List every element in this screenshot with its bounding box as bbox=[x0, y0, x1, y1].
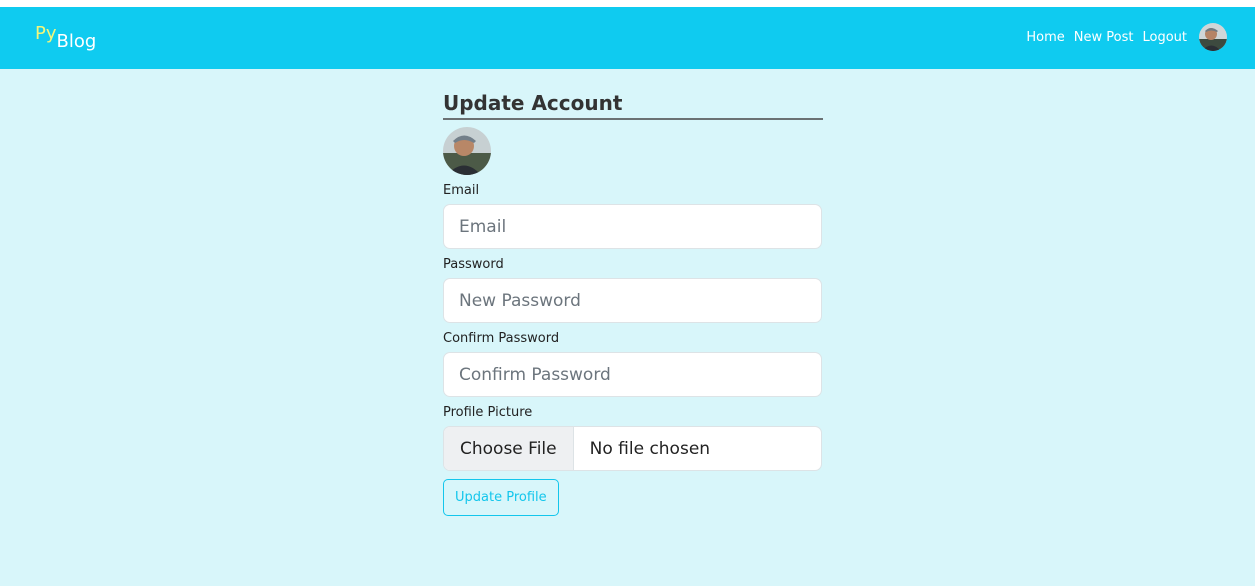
email-field[interactable] bbox=[443, 204, 822, 249]
file-status-text: No file chosen bbox=[589, 438, 711, 459]
profile-picture-label: Profile Picture bbox=[443, 405, 533, 420]
brand-logo[interactable]: Py Blog bbox=[35, 24, 96, 52]
update-profile-button[interactable]: Update Profile bbox=[443, 479, 559, 516]
nav-logout-link[interactable]: Logout bbox=[1142, 30, 1187, 45]
nav-home-link[interactable]: Home bbox=[1026, 30, 1064, 45]
choose-file-button[interactable]: Choose File bbox=[444, 427, 574, 470]
navbar: Py Blog Home New Post Logout bbox=[0, 7, 1255, 69]
password-label: Password bbox=[443, 257, 504, 272]
page-title: Update Account bbox=[443, 91, 823, 120]
email-label: Email bbox=[443, 183, 480, 198]
confirm-password-label: Confirm Password bbox=[443, 331, 560, 346]
profile-picture-input[interactable]: Choose File No file chosen bbox=[443, 426, 822, 471]
page-background: Py Blog Home New Post Logout Update Acco… bbox=[0, 7, 1255, 586]
profile-avatar-icon bbox=[443, 127, 491, 175]
nav-new-post-link[interactable]: New Post bbox=[1074, 30, 1134, 45]
brand-suffix: Blog bbox=[56, 31, 97, 52]
password-field[interactable] bbox=[443, 278, 822, 323]
nav-links: Home New Post Logout bbox=[1017, 22, 1227, 52]
brand-prefix: Py bbox=[35, 23, 57, 44]
update-account-form: Update Account Email Password Confirm Pa… bbox=[443, 91, 823, 516]
user-avatar-icon[interactable] bbox=[1199, 23, 1227, 51]
confirm-password-field[interactable] bbox=[443, 352, 822, 397]
